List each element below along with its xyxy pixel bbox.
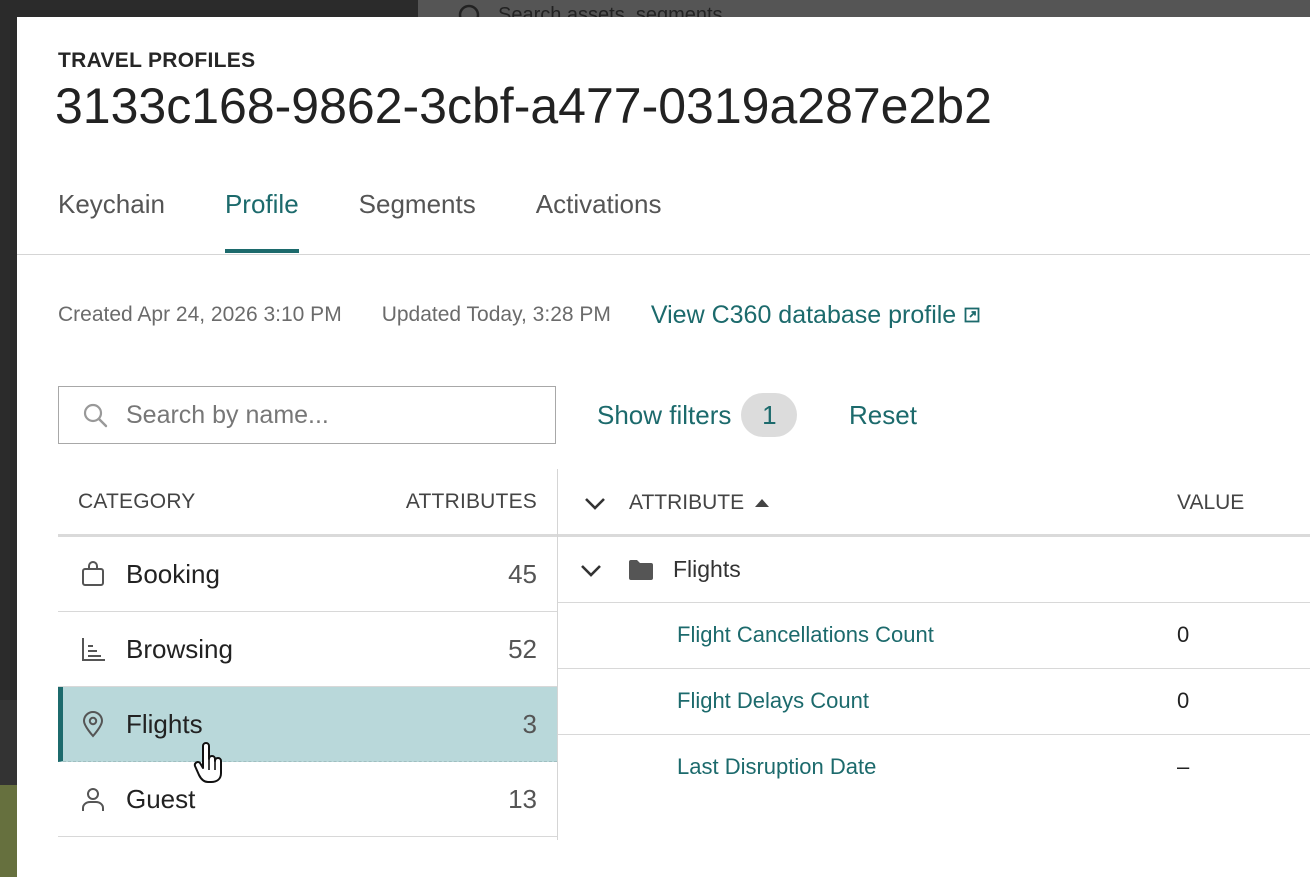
page-title: 3133c168-9862-3cbf-a477-0319a287e2b2 bbox=[55, 78, 992, 134]
location-pin-icon bbox=[78, 709, 108, 739]
filter-count-badge: 1 bbox=[741, 393, 798, 437]
category-name: Guest bbox=[126, 783, 196, 814]
attribute-value: – bbox=[1177, 754, 1190, 779]
attribute-row: Last Disruption Date – bbox=[558, 735, 1310, 801]
category-table-header: CATEGORY ATTRIBUTES bbox=[58, 469, 557, 537]
category-column-header: CATEGORY bbox=[78, 489, 196, 513]
attribute-table-header: ATTRIBUTE VALUE bbox=[558, 469, 1310, 537]
category-name: Browsing bbox=[126, 633, 233, 664]
attributes-column-header: ATTRIBUTES bbox=[405, 489, 537, 513]
category-count: 13 bbox=[508, 783, 537, 814]
backdrop-panel bbox=[0, 700, 18, 785]
backdrop-search-text: Search assets, segments bbox=[498, 4, 723, 18]
attribute-row: Flight Delays Count 0 bbox=[558, 669, 1310, 735]
backdrop-panel-highlight bbox=[0, 785, 18, 877]
view-c360-profile-link[interactable]: View C360 database profile bbox=[651, 301, 980, 330]
view-c360-profile-label: View C360 database profile bbox=[650, 300, 957, 329]
folder-icon bbox=[628, 559, 654, 586]
category-name: Flights bbox=[126, 708, 203, 739]
reset-button[interactable]: Reset bbox=[849, 392, 917, 438]
search-icon bbox=[82, 402, 108, 428]
shopping-bag-icon bbox=[78, 559, 108, 589]
search-input[interactable] bbox=[126, 400, 526, 430]
backdrop-search-icon bbox=[456, 2, 486, 18]
tab-divider bbox=[17, 254, 1310, 255]
group-collapse-chevron-icon[interactable] bbox=[579, 558, 603, 587]
tab-keychain[interactable]: Keychain bbox=[58, 189, 165, 255]
attribute-name-link[interactable]: Flight Delays Count bbox=[677, 688, 869, 714]
bar-chart-icon bbox=[78, 634, 108, 664]
show-filters-button[interactable]: Show filters 1 bbox=[597, 392, 798, 438]
tab-profile[interactable]: Profile bbox=[224, 189, 299, 255]
attribute-group-name: Flights bbox=[673, 556, 741, 582]
updated-timestamp: Updated Today, 3:28 PM bbox=[381, 303, 611, 326]
attribute-row: Flight Cancellations Count 0 bbox=[558, 603, 1310, 669]
person-icon bbox=[78, 784, 108, 814]
attribute-group-row: Flights bbox=[558, 537, 1310, 603]
sort-ascending-icon bbox=[754, 497, 770, 509]
category-row-guest[interactable]: Guest 13 bbox=[58, 762, 557, 837]
attribute-table: ATTRIBUTE VALUE Flights Flight Cancellat… bbox=[558, 469, 1310, 801]
attribute-column-header[interactable]: ATTRIBUTE bbox=[629, 491, 770, 515]
tab-activations[interactable]: Activations bbox=[536, 189, 662, 255]
created-timestamp: Created Apr 24, 2026 3:10 PM bbox=[58, 303, 342, 326]
profile-meta: Created Apr 24, 2026 3:10 PM Updated Tod… bbox=[58, 300, 980, 330]
attribute-value: 0 bbox=[1177, 622, 1190, 647]
hand-cursor-icon bbox=[193, 742, 227, 789]
search-box bbox=[58, 386, 556, 444]
category-row-browsing[interactable]: Browsing 52 bbox=[58, 612, 557, 687]
category-table: CATEGORY ATTRIBUTES Booking 45 Browsing … bbox=[58, 469, 557, 837]
attribute-name-link[interactable]: Last Disruption Date bbox=[677, 754, 876, 780]
external-link-icon bbox=[964, 307, 980, 323]
collapse-all-chevron-icon[interactable] bbox=[583, 491, 607, 521]
category-name: Booking bbox=[126, 558, 220, 589]
tab-segments[interactable]: Segments bbox=[359, 189, 476, 255]
attribute-value: 0 bbox=[1177, 688, 1190, 713]
value-column-header: VALUE bbox=[1177, 491, 1245, 514]
tab-bar: Keychain Profile Segments Activations bbox=[58, 189, 721, 255]
attribute-name-link[interactable]: Flight Cancellations Count bbox=[677, 622, 934, 648]
attribute-column-label: ATTRIBUTE bbox=[629, 491, 745, 514]
category-count: 45 bbox=[508, 558, 537, 589]
category-row-booking[interactable]: Booking 45 bbox=[58, 537, 557, 612]
show-filters-label: Show filters bbox=[597, 399, 732, 430]
category-count: 3 bbox=[522, 708, 537, 739]
category-count: 52 bbox=[508, 633, 537, 664]
panel-eyebrow: TRAVEL PROFILES bbox=[58, 49, 256, 72]
category-row-flights[interactable]: Flights 3 bbox=[58, 687, 557, 762]
backdrop-search-bar: Search assets, segments bbox=[418, 0, 1310, 18]
